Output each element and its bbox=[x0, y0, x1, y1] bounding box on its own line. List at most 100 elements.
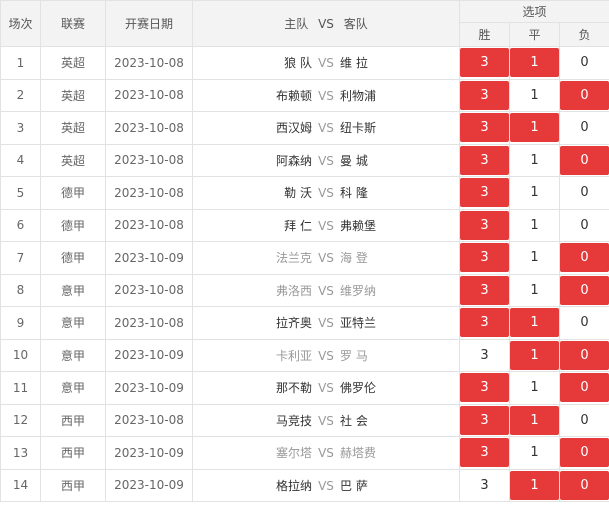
match-index: 4 bbox=[0, 143, 41, 177]
option-lose-button[interactable]: 0 bbox=[560, 438, 609, 468]
header-match: 主队 VS 客队 bbox=[192, 0, 460, 47]
option-win-button[interactable]: 3 bbox=[461, 471, 509, 500]
home-team: 狼 队 bbox=[284, 56, 312, 71]
option-lose-button[interactable]: 0 bbox=[560, 373, 609, 403]
option-win-button[interactable]: 3 bbox=[460, 113, 509, 143]
option-cell-lose: 0 bbox=[558, 371, 609, 405]
match-date: 2023-10-08 bbox=[105, 273, 193, 307]
match-row: 11 意甲 2023-10-09 那不勒 VS 佛罗伦 3 1 0 bbox=[0, 371, 609, 405]
option-cell-lose: 0 bbox=[558, 273, 609, 307]
option-lose-button[interactable]: 0 bbox=[561, 113, 609, 142]
home-team: 布赖顿 bbox=[275, 88, 312, 103]
option-win-button[interactable]: 3 bbox=[460, 438, 509, 468]
match-row: 9 意甲 2023-10-08 拉齐奥 VS 亚特兰 3 1 0 bbox=[0, 306, 609, 340]
option-draw-button[interactable]: 1 bbox=[510, 470, 559, 500]
option-lose-button[interactable]: 0 bbox=[560, 275, 609, 305]
match-league: 德甲 bbox=[40, 208, 106, 242]
option-win-button[interactable]: 3 bbox=[460, 80, 509, 110]
match-league: 英超 bbox=[40, 78, 106, 112]
away-team: 弗赖堡 bbox=[340, 218, 377, 233]
option-draw-button[interactable]: 1 bbox=[510, 113, 559, 143]
option-draw-button[interactable]: 1 bbox=[511, 438, 559, 467]
option-cell-lose: 0 bbox=[558, 176, 609, 210]
match-row: 5 德甲 2023-10-08 勒 沃 VS 科 隆 310 bbox=[0, 176, 609, 210]
match-league: 德甲 bbox=[40, 241, 106, 275]
option-cell-lose: 0 bbox=[558, 468, 609, 502]
option-lose-button[interactable]: 0 bbox=[560, 145, 609, 175]
away-team: 科 隆 bbox=[340, 186, 368, 201]
away-team: 亚特兰 bbox=[340, 316, 377, 331]
match-league: 英超 bbox=[40, 46, 106, 80]
match-index: 5 bbox=[0, 176, 41, 210]
away-team: 维罗纳 bbox=[340, 283, 377, 298]
option-draw-button[interactable]: 1 bbox=[511, 146, 559, 175]
option-cell-lose: 0 bbox=[558, 143, 609, 177]
match-row: 8 意甲 2023-10-08 弗洛西 VS 维罗纳 3 1 0 bbox=[0, 273, 609, 307]
option-win-button[interactable]: 3 bbox=[460, 275, 509, 305]
option-win-button[interactable]: 3 bbox=[460, 48, 509, 78]
match-date: 2023-10-08 bbox=[105, 143, 193, 177]
option-win-button[interactable]: 3 bbox=[460, 243, 509, 273]
option-lose-button[interactable]: 0 bbox=[560, 80, 609, 110]
option-lose-button[interactable]: 0 bbox=[560, 340, 609, 370]
option-cell-lose: 0 bbox=[558, 208, 609, 242]
option-lose-button[interactable]: 0 bbox=[560, 243, 609, 273]
option-draw-button[interactable]: 1 bbox=[511, 81, 559, 110]
match-teams: 格拉纳 VS 巴 萨 bbox=[192, 468, 460, 502]
match-row: 2 英超 2023-10-08 布赖顿 VS 利物浦 3 1 0 bbox=[0, 78, 609, 112]
table-header: 场次 联赛 开赛日期 主队 VS 客队 选项 胜 平 负 bbox=[0, 0, 609, 47]
option-lose-button[interactable]: 0 bbox=[561, 308, 609, 337]
vs-label: VS bbox=[318, 88, 334, 103]
option-lose-button[interactable]: 0 bbox=[561, 48, 609, 77]
match-league: 意甲 bbox=[40, 371, 106, 405]
option-cell-draw: 1 bbox=[509, 78, 560, 112]
option-cell-win: 3 bbox=[459, 371, 510, 405]
option-win-button[interactable]: 3 bbox=[460, 308, 509, 338]
match-index: 8 bbox=[0, 273, 41, 307]
away-team: 佛罗伦 bbox=[340, 381, 377, 396]
match-date: 2023-10-08 bbox=[105, 176, 193, 210]
option-draw-button[interactable]: 1 bbox=[510, 48, 559, 78]
option-cell-win: 3 bbox=[459, 46, 510, 80]
option-draw-button[interactable]: 1 bbox=[510, 405, 559, 435]
match-date: 2023-10-08 bbox=[105, 46, 193, 80]
option-win-button[interactable]: 3 bbox=[460, 210, 509, 240]
home-team: 卡利亚 bbox=[275, 348, 312, 363]
option-lose-button[interactable]: 0 bbox=[560, 470, 609, 500]
option-win-button[interactable]: 3 bbox=[461, 341, 509, 370]
home-team: 拜 仁 bbox=[284, 218, 312, 233]
option-lose-button[interactable]: 0 bbox=[561, 406, 609, 435]
option-cell-draw: 1 bbox=[509, 46, 560, 80]
option-win-button[interactable]: 3 bbox=[460, 145, 509, 175]
away-team: 海 登 bbox=[340, 251, 368, 266]
away-team: 社 会 bbox=[340, 413, 368, 428]
header-league: 联赛 bbox=[40, 0, 106, 47]
option-cell-draw: 1 bbox=[509, 176, 560, 210]
option-win-button[interactable]: 3 bbox=[460, 373, 509, 403]
option-cell-lose: 0 bbox=[558, 306, 609, 340]
option-win-button[interactable]: 3 bbox=[460, 178, 509, 208]
option-cell-draw: 1 bbox=[509, 338, 560, 372]
home-team: 西汉姆 bbox=[275, 121, 312, 136]
option-draw-button[interactable]: 1 bbox=[511, 373, 559, 402]
option-draw-button[interactable]: 1 bbox=[510, 308, 559, 338]
option-draw-button[interactable]: 1 bbox=[510, 340, 559, 370]
match-league: 英超 bbox=[40, 111, 106, 145]
away-team: 维 拉 bbox=[340, 56, 368, 71]
option-draw-button[interactable]: 1 bbox=[511, 211, 559, 240]
option-lose-button[interactable]: 0 bbox=[561, 178, 609, 207]
option-cell-lose: 0 bbox=[558, 241, 609, 275]
home-team: 阿森纳 bbox=[275, 153, 312, 168]
option-cell-draw: 1 bbox=[509, 273, 560, 307]
vs-label: VS bbox=[318, 316, 334, 331]
match-date: 2023-10-08 bbox=[105, 403, 193, 437]
option-draw-button[interactable]: 1 bbox=[511, 178, 559, 207]
match-date: 2023-10-08 bbox=[105, 78, 193, 112]
match-league: 西甲 bbox=[40, 436, 106, 470]
option-win-button[interactable]: 3 bbox=[460, 405, 509, 435]
option-draw-button[interactable]: 1 bbox=[511, 276, 559, 305]
option-lose-button[interactable]: 0 bbox=[561, 211, 609, 240]
vs-label: VS bbox=[318, 413, 334, 428]
option-draw-button[interactable]: 1 bbox=[511, 243, 559, 272]
home-team: 那不勒 bbox=[275, 381, 312, 396]
